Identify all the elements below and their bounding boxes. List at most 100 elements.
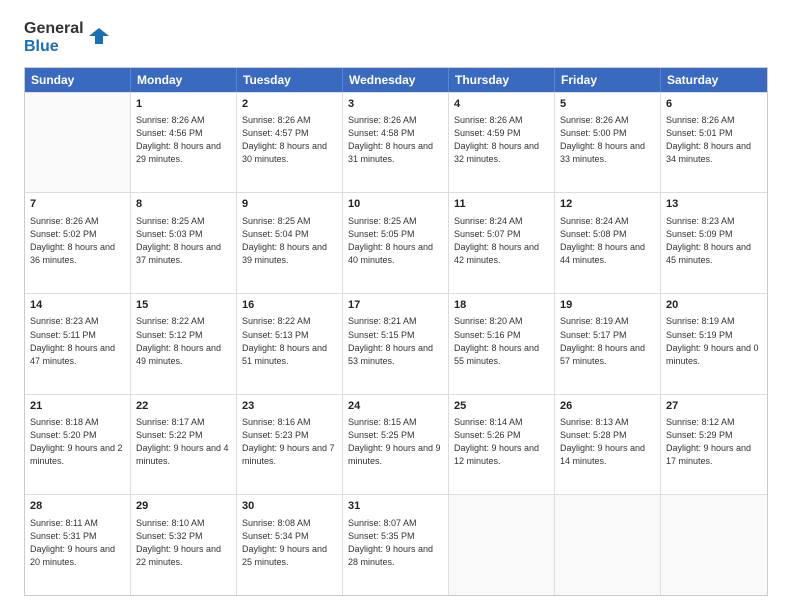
- cell-text: Sunrise: 8:15 AMSunset: 5:25 PMDaylight:…: [348, 416, 443, 468]
- header-cell-sunday: Sunday: [25, 68, 131, 92]
- cell-text: Sunrise: 8:10 AMSunset: 5:32 PMDaylight:…: [136, 517, 231, 569]
- header-cell-tuesday: Tuesday: [237, 68, 343, 92]
- cal-cell: 17 Sunrise: 8:21 AMSunset: 5:15 PMDayligh…: [343, 294, 449, 394]
- header-cell-friday: Friday: [555, 68, 661, 92]
- week-row-4: 21 Sunrise: 8:18 AMSunset: 5:20 PMDayligh…: [25, 394, 767, 495]
- day-number: 27: [666, 399, 762, 414]
- cal-cell: 7 Sunrise: 8:26 AMSunset: 5:02 PMDaylight…: [25, 193, 131, 293]
- cell-text: Sunrise: 8:11 AMSunset: 5:31 PMDaylight:…: [30, 517, 125, 569]
- cell-text: Sunrise: 8:12 AMSunset: 5:29 PMDaylight:…: [666, 416, 762, 468]
- day-number: 22: [136, 399, 231, 414]
- cell-text: Sunrise: 8:26 AMSunset: 4:58 PMDaylight:…: [348, 114, 443, 166]
- cell-text: Sunrise: 8:19 AMSunset: 5:19 PMDaylight:…: [666, 315, 762, 367]
- cell-text: Sunrise: 8:26 AMSunset: 4:57 PMDaylight:…: [242, 114, 337, 166]
- week-row-3: 14Sunrise: 8:23 AMSunset: 5:11 PMDayligh…: [25, 293, 767, 394]
- cell-text: Sunrise: 8:19 AMSunset: 5:17 PMDaylight:…: [560, 315, 655, 367]
- day-number: 24: [348, 399, 443, 414]
- cal-cell: 1 Sunrise: 8:26 AMSunset: 4:56 PMDaylight…: [131, 93, 237, 193]
- page: General Blue SundayMondayTuesdayWednesda…: [0, 0, 792, 612]
- cal-cell: 30 Sunrise: 8:08 AMSunset: 5:34 PMDayligh…: [237, 495, 343, 595]
- day-number: 12: [560, 197, 655, 212]
- cell-text: Sunrise: 8:23 AMSunset: 5:09 PMDaylight:…: [666, 215, 762, 267]
- cell-text: Sunrise: 8:24 AMSunset: 5:08 PMDaylight:…: [560, 215, 655, 267]
- day-number: 18: [454, 298, 549, 313]
- cal-cell: 20Sunrise: 8:19 AMSunset: 5:19 PMDayligh…: [661, 294, 767, 394]
- cell-text: Sunrise: 8:13 AMSunset: 5:28 PMDaylight:…: [560, 416, 655, 468]
- day-number: 16: [242, 298, 337, 313]
- cal-cell: 21 Sunrise: 8:18 AMSunset: 5:20 PMDayligh…: [25, 395, 131, 495]
- cal-cell: [449, 495, 555, 595]
- cal-cell: 3 Sunrise: 8:26 AMSunset: 4:58 PMDaylight…: [343, 93, 449, 193]
- day-number: 1: [136, 97, 231, 112]
- day-number: 8: [136, 197, 231, 212]
- cell-text: Sunrise: 8:17 AMSunset: 5:22 PMDaylight:…: [136, 416, 231, 468]
- day-number: 31: [348, 499, 443, 514]
- cell-text: Sunrise: 8:23 AMSunset: 5:11 PMDaylight:…: [30, 315, 125, 367]
- day-number: 30: [242, 499, 337, 514]
- cal-cell: 24 Sunrise: 8:15 AMSunset: 5:25 PMDayligh…: [343, 395, 449, 495]
- cell-text: Sunrise: 8:22 AMSunset: 5:12 PMDaylight:…: [136, 315, 231, 367]
- day-number: 5: [560, 97, 655, 112]
- cal-cell: 31 Sunrise: 8:07 AMSunset: 5:35 PMDayligh…: [343, 495, 449, 595]
- cell-text: Sunrise: 8:25 AMSunset: 5:05 PMDaylight:…: [348, 215, 443, 267]
- cal-cell: 10 Sunrise: 8:25 AMSunset: 5:05 PMDayligh…: [343, 193, 449, 293]
- cell-text: Sunrise: 8:22 AMSunset: 5:13 PMDaylight:…: [242, 315, 337, 367]
- cal-cell: [661, 495, 767, 595]
- cal-cell: 25 Sunrise: 8:14 AMSunset: 5:26 PMDayligh…: [449, 395, 555, 495]
- cal-cell: 18 Sunrise: 8:20 AMSunset: 5:16 PMDayligh…: [449, 294, 555, 394]
- header-cell-wednesday: Wednesday: [343, 68, 449, 92]
- day-number: 7: [30, 197, 125, 212]
- cal-cell: 29 Sunrise: 8:10 AMSunset: 5:32 PMDayligh…: [131, 495, 237, 595]
- cell-text: Sunrise: 8:26 AMSunset: 4:56 PMDaylight:…: [136, 114, 231, 166]
- cell-text: Sunrise: 8:16 AMSunset: 5:23 PMDaylight:…: [242, 416, 337, 468]
- header: General Blue: [24, 20, 768, 57]
- cal-cell: 11Sunrise: 8:24 AMSunset: 5:07 PMDayligh…: [449, 193, 555, 293]
- cal-cell: 9 Sunrise: 8:25 AMSunset: 5:04 PMDaylight…: [237, 193, 343, 293]
- cell-text: Sunrise: 8:25 AMSunset: 5:03 PMDaylight:…: [136, 215, 231, 267]
- day-number: 29: [136, 499, 231, 514]
- logo-bird-icon: [89, 26, 109, 46]
- cal-cell: 28 Sunrise: 8:11 AMSunset: 5:31 PMDayligh…: [25, 495, 131, 595]
- cal-cell: 4Sunrise: 8:26 AMSunset: 4:59 PMDaylight…: [449, 93, 555, 193]
- logo-line1: General: [24, 20, 84, 38]
- day-number: 25: [454, 399, 549, 414]
- cell-text: Sunrise: 8:14 AMSunset: 5:26 PMDaylight:…: [454, 416, 549, 468]
- calendar-header-row: SundayMondayTuesdayWednesdayThursdayFrid…: [25, 68, 767, 92]
- cell-text: Sunrise: 8:07 AMSunset: 5:35 PMDaylight:…: [348, 517, 443, 569]
- cal-cell: 16 Sunrise: 8:22 AMSunset: 5:13 PMDayligh…: [237, 294, 343, 394]
- cal-cell: 27 Sunrise: 8:12 AMSunset: 5:29 PMDayligh…: [661, 395, 767, 495]
- header-cell-monday: Monday: [131, 68, 237, 92]
- day-number: 10: [348, 197, 443, 212]
- cell-text: Sunrise: 8:08 AMSunset: 5:34 PMDaylight:…: [242, 517, 337, 569]
- day-number: 19: [560, 298, 655, 313]
- cal-cell: 26 Sunrise: 8:13 AMSunset: 5:28 PMDayligh…: [555, 395, 661, 495]
- week-row-1: 1 Sunrise: 8:26 AMSunset: 4:56 PMDaylight…: [25, 92, 767, 193]
- cell-text: Sunrise: 8:26 AMSunset: 4:59 PMDaylight:…: [454, 114, 549, 166]
- day-number: 9: [242, 197, 337, 212]
- day-number: 21: [30, 399, 125, 414]
- cell-text: Sunrise: 8:18 AMSunset: 5:20 PMDaylight:…: [30, 416, 125, 468]
- day-number: 23: [242, 399, 337, 414]
- logo-container: General Blue: [24, 20, 84, 57]
- week-row-5: 28 Sunrise: 8:11 AMSunset: 5:31 PMDayligh…: [25, 494, 767, 595]
- week-row-2: 7 Sunrise: 8:26 AMSunset: 5:02 PMDaylight…: [25, 192, 767, 293]
- cal-cell: 13Sunrise: 8:23 AMSunset: 5:09 PMDayligh…: [661, 193, 767, 293]
- cal-cell: 6Sunrise: 8:26 AMSunset: 5:01 PMDaylight…: [661, 93, 767, 193]
- cell-text: Sunrise: 8:26 AMSunset: 5:02 PMDaylight:…: [30, 215, 125, 267]
- day-number: 11: [454, 197, 549, 212]
- day-number: 28: [30, 499, 125, 514]
- logo-line2: Blue: [24, 38, 84, 56]
- day-number: 26: [560, 399, 655, 414]
- cal-cell: 19 Sunrise: 8:19 AMSunset: 5:17 PMDayligh…: [555, 294, 661, 394]
- day-number: 17: [348, 298, 443, 313]
- cell-text: Sunrise: 8:25 AMSunset: 5:04 PMDaylight:…: [242, 215, 337, 267]
- cal-cell: 15 Sunrise: 8:22 AMSunset: 5:12 PMDayligh…: [131, 294, 237, 394]
- cal-cell: 2 Sunrise: 8:26 AMSunset: 4:57 PMDaylight…: [237, 93, 343, 193]
- cell-text: Sunrise: 8:21 AMSunset: 5:15 PMDaylight:…: [348, 315, 443, 367]
- cell-text: Sunrise: 8:20 AMSunset: 5:16 PMDaylight:…: [454, 315, 549, 367]
- cell-text: Sunrise: 8:26 AMSunset: 5:00 PMDaylight:…: [560, 114, 655, 166]
- calendar-body: 1 Sunrise: 8:26 AMSunset: 4:56 PMDaylight…: [25, 92, 767, 595]
- day-number: 15: [136, 298, 231, 313]
- day-number: 2: [242, 97, 337, 112]
- day-number: 3: [348, 97, 443, 112]
